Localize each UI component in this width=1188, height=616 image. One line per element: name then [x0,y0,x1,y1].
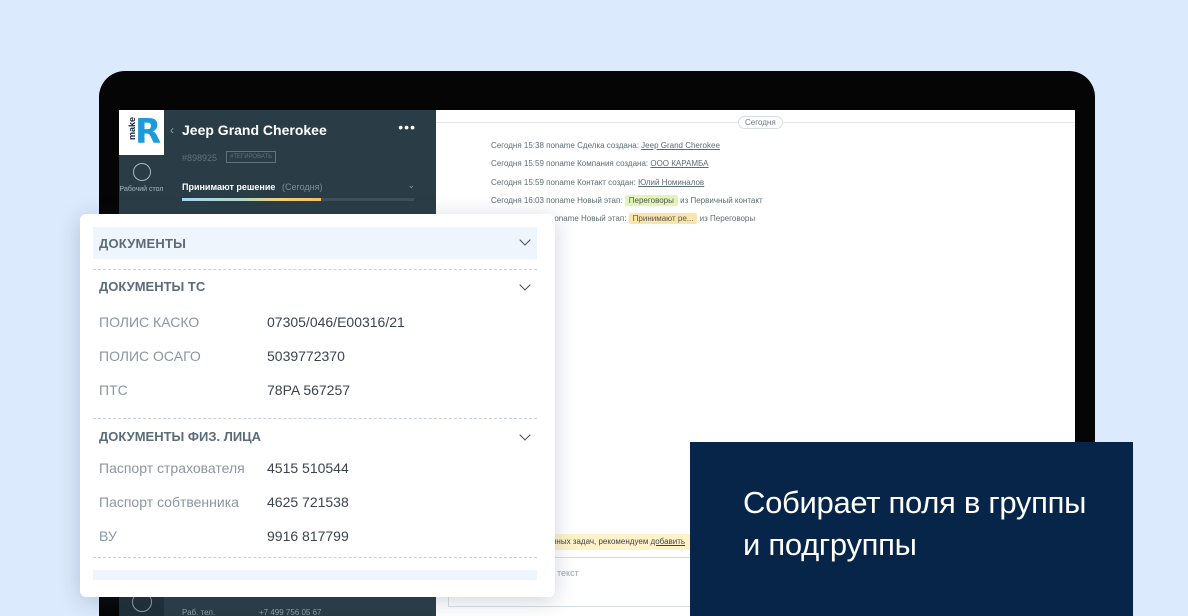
app-logo[interactable]: make R [119,110,164,155]
stage-name[interactable]: Принимают решение [182,182,275,192]
field-label: Паспорт страхователя [99,460,245,476]
chevron-down-icon[interactable] [519,279,531,291]
event-link[interactable]: ООО КАРАМБА [650,159,708,168]
lead-id: #898925 [182,153,218,163]
promo-banner: Собирает поля в группы и подгруппы [690,442,1133,616]
divider [93,418,537,419]
stage-pill: Принимают ре... [628,213,698,224]
field-label: ПТС [99,382,128,398]
field-label: Паспорт собтвенника [99,494,239,510]
stage-progress-fill [182,198,322,201]
group-title-vehicle[interactable]: ДОКУМЕНТЫ ТС [99,279,205,294]
field-value[interactable]: 07305/046/E00316/21 [267,314,405,330]
event-link[interactable]: Jeep Grand Cherokee [641,141,720,150]
hint-add-link[interactable]: добавить [651,537,686,546]
note-placeholder: текст [557,568,579,578]
field-value[interactable]: 4625 721538 [267,494,349,510]
field-label: ПОЛИС КАСКО [99,314,200,330]
stage-date: (Сегодня) [282,182,323,192]
event-text: поname Новый этап: [550,214,627,223]
date-separator: Сегодня [738,116,783,129]
field-value[interactable]: 78PA 567257 [267,382,350,398]
event-suffix: из Первичный контакт [680,196,763,205]
chevron-down-icon[interactable]: ⌄ [407,180,415,191]
chevron-down-icon[interactable] [519,234,531,246]
event-suffix: из Переговоры [699,214,756,223]
back-icon[interactable]: ‹ [170,123,174,137]
stage-pill: Переговоры [624,195,678,206]
feed-event: Сегодня 15:59 поname Компания создана: О… [491,159,708,168]
field-value[interactable]: 4515 510544 [267,460,349,476]
feed-event: Сегодня 15:38 поname Сделка создана: Jee… [491,141,720,150]
event-text: Сегодня 15:59 поname Контакт создан: [491,178,636,187]
tag-button[interactable]: #ТЕГИРОВАТЬ [226,151,277,163]
hint-text: нных задач, рекомендуем [552,537,649,546]
divider [93,557,537,558]
event-text: Сегодня 15:38 поname Сделка создана: [491,141,639,150]
group-title-person[interactable]: ДОКУМЕНТЫ ФИЗ. ЛИЦА [99,429,261,444]
event-text: Сегодня 16:03 поname Новый этап: [491,196,623,205]
field-value[interactable]: 5039772370 [267,348,345,364]
more-menu-icon[interactable]: ••• [398,119,416,135]
divider [93,269,537,270]
feed-event: поname Новый этап: Принимают ре... из Пе… [550,213,756,224]
logo-letter: R [135,112,162,152]
stage-progress-bar [182,198,414,201]
next-section-header[interactable] [93,570,537,580]
event-link[interactable]: Юлий Номиналов [638,178,704,187]
documents-section-header[interactable]: ДОКУМЕНТЫ [93,227,537,259]
feed-event: Сегодня 16:03 поname Новый этап: Перегов… [491,195,763,206]
rail-item-desk[interactable]: Рабочий стол [119,155,164,215]
dashboard-icon [132,163,151,181]
lead-title[interactable]: Jeep Grand Cherokee [182,122,327,138]
phone-label: Раб. тел. [182,608,216,616]
feed-event: Сегодня 15:59 поname Контакт создан: Юли… [491,178,704,187]
chevron-down-icon[interactable] [519,429,531,441]
field-label: ВУ [99,528,117,544]
event-text: Сегодня 15:59 поname Компания создана: [491,159,649,168]
documents-card: ДОКУМЕНТЫ ДОКУМЕНТЫ ТС ПОЛИС КАСКО 07305… [80,214,555,597]
documents-title: ДОКУМЕНТЫ [99,236,187,251]
promo-text: Собирает поля в группы и подгруппы [743,485,1087,562]
rail-item-desk-label: Рабочий стол [119,186,164,193]
phone-value[interactable]: +7 499 756 05 67 [259,608,322,616]
field-value[interactable]: 9916 817799 [267,528,349,544]
field-label: ПОЛИС ОСАГО [99,348,201,364]
